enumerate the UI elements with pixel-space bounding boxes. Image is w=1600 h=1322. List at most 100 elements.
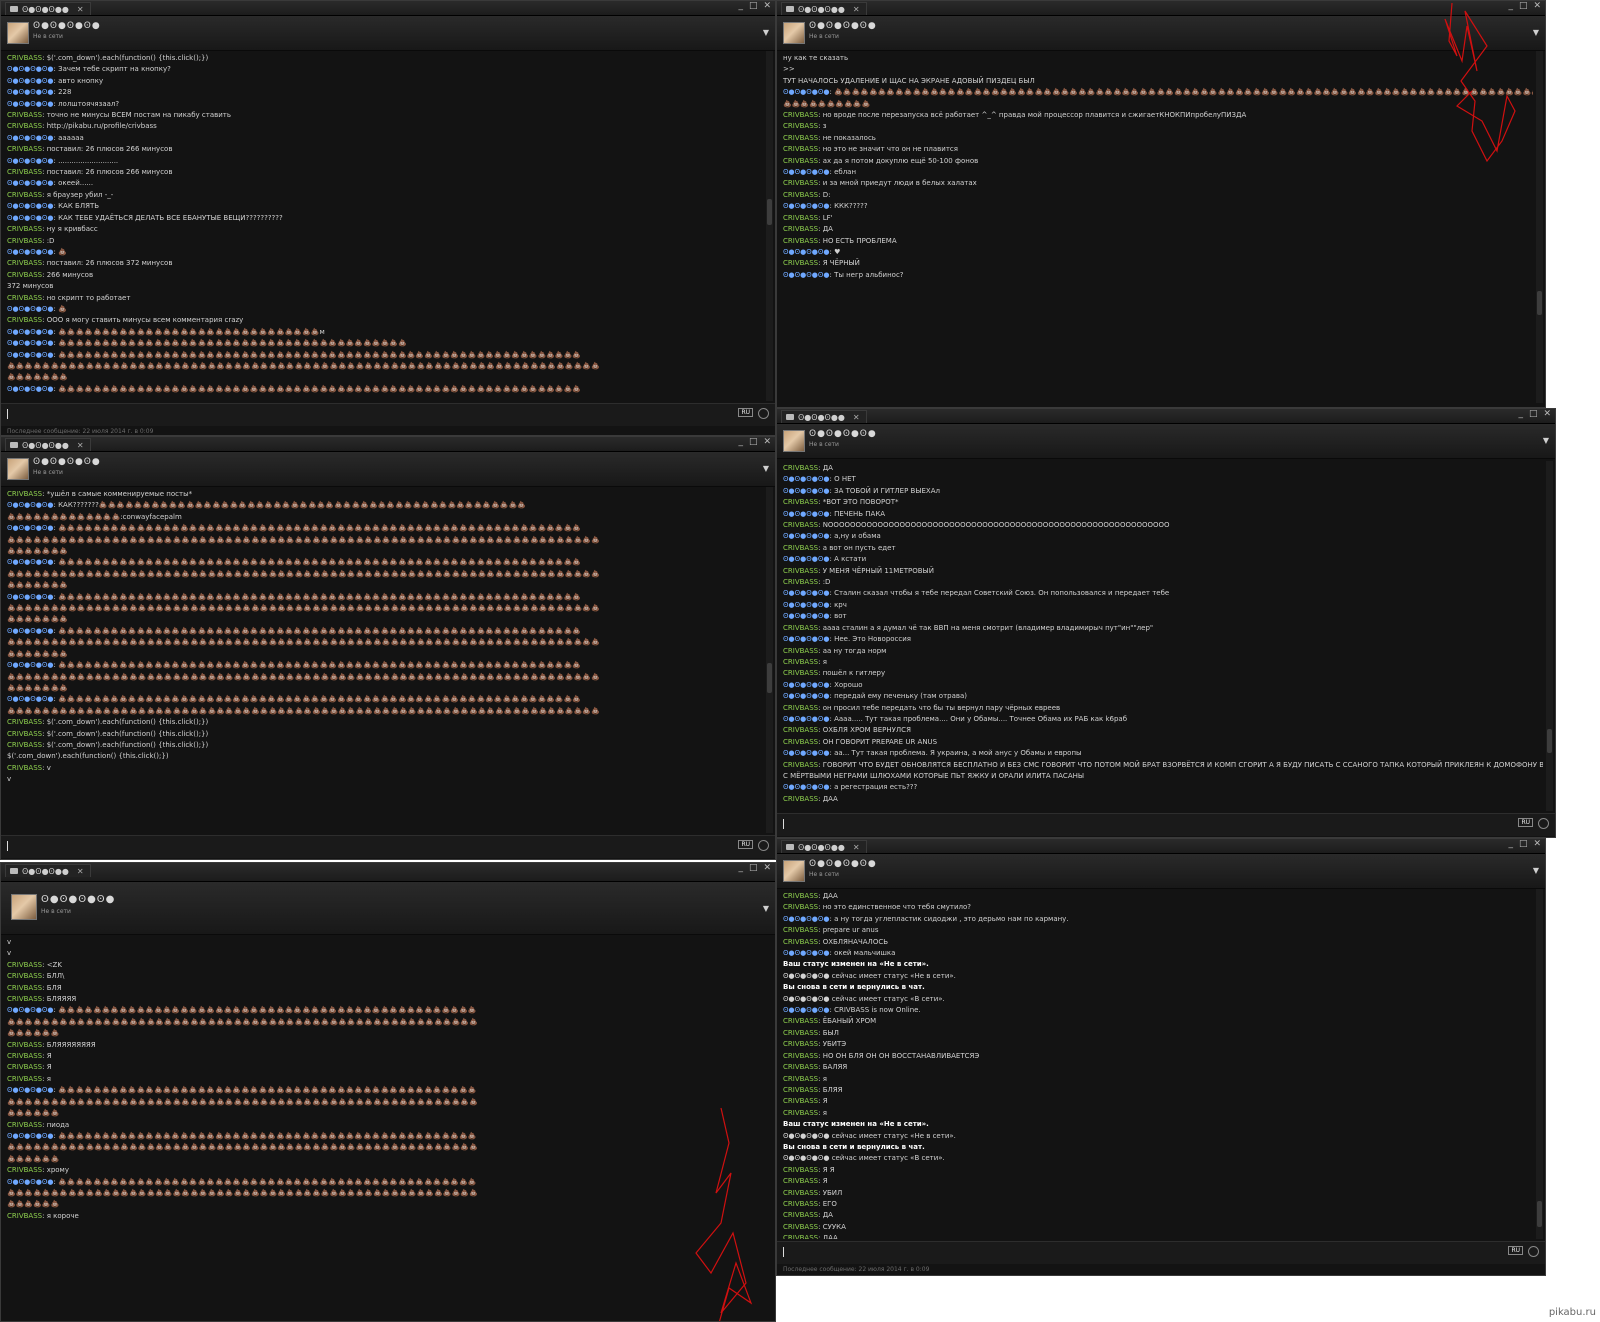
message-author[interactable]: CRIVBASS <box>7 316 42 324</box>
message-author[interactable]: CRIVBASS <box>783 1189 818 1197</box>
close-icon[interactable]: ✕ <box>1543 409 1551 419</box>
close-icon[interactable]: ✕ <box>853 5 860 14</box>
message-author[interactable]: CRIVBASS <box>783 134 818 142</box>
message-author[interactable]: CRIVBASS <box>783 464 818 472</box>
message-author[interactable]: CRIVBASS <box>783 624 818 632</box>
message-author[interactable]: Ꙩ●Ꙩ●Ꙩ●Ꙩ● <box>783 589 829 597</box>
avatar[interactable] <box>7 22 29 44</box>
message-author[interactable]: Ꙩ●Ꙩ●Ꙩ●Ꙩ● <box>7 65 53 73</box>
message-author[interactable]: CRIVBASS <box>783 1234 818 1239</box>
message-author[interactable]: CRIVBASS <box>783 259 818 267</box>
message-author[interactable]: CRIVBASS <box>783 938 818 946</box>
message-author[interactable]: Ꙩ●Ꙩ●Ꙩ●Ꙩ● <box>783 715 829 723</box>
message-author[interactable]: CRIVBASS <box>783 903 818 911</box>
title-bar[interactable]: Ꙩ●Ꙩ●Ꙩ●● ✕ _ □ ✕ <box>1 437 775 452</box>
message-author[interactable]: Ꙩ●Ꙩ●Ꙩ●Ꙩ● <box>7 558 53 566</box>
message-input[interactable]: RU <box>777 1241 1545 1264</box>
message-author[interactable]: Ꙩ●Ꙩ●Ꙩ●Ꙩ● <box>7 627 53 635</box>
close-icon[interactable]: ✕ <box>853 843 860 852</box>
message-author[interactable]: CRIVBASS <box>7 718 42 726</box>
message-author[interactable]: Ꙩ●Ꙩ●Ꙩ●Ꙩ● <box>783 692 829 700</box>
message-author[interactable]: CRIVBASS <box>783 567 818 575</box>
message-author[interactable]: Ꙩ●Ꙩ●Ꙩ●Ꙩ● <box>783 1006 829 1014</box>
message-author[interactable]: CRIVBASS <box>783 179 818 187</box>
close-icon[interactable]: ✕ <box>1533 839 1541 849</box>
message-author[interactable]: Ꙩ●Ꙩ●Ꙩ●Ꙩ● <box>783 681 829 689</box>
scrollbar[interactable] <box>766 487 773 833</box>
message-author[interactable]: CRIVBASS <box>783 1052 818 1060</box>
message-author[interactable]: Ꙩ●Ꙩ●Ꙩ●Ꙩ● <box>7 1132 53 1140</box>
message-author[interactable]: CRIVBASS <box>783 761 818 769</box>
scrollbar[interactable] <box>1536 889 1543 1239</box>
message-author[interactable]: CRIVBASS <box>783 145 818 153</box>
message-author[interactable]: CRIVBASS <box>7 145 42 153</box>
message-author[interactable]: Ꙩ●Ꙩ●Ꙩ●Ꙩ● <box>783 915 829 923</box>
message-author[interactable]: Ꙩ●Ꙩ●Ꙩ●Ꙩ● <box>7 157 53 165</box>
message-author[interactable]: CRIVBASS <box>783 1200 818 1208</box>
message-author[interactable]: Ꙩ●Ꙩ●Ꙩ●Ꙩ● <box>7 202 53 210</box>
message-author[interactable]: CRIVBASS <box>783 544 818 552</box>
message-author[interactable]: CRIVBASS <box>783 1177 818 1185</box>
message-author[interactable]: CRIVBASS <box>7 741 42 749</box>
close-icon[interactable]: ✕ <box>853 413 860 422</box>
message-author[interactable]: Ꙩ●Ꙩ●Ꙩ●Ꙩ● <box>7 524 53 532</box>
message-author[interactable]: CRIVBASS <box>783 1017 818 1025</box>
message-author[interactable]: Ꙩ●Ꙩ●Ꙩ●Ꙩ● <box>7 305 53 313</box>
close-icon[interactable]: ✕ <box>77 441 84 450</box>
message-author[interactable]: CRIVBASS <box>7 984 42 992</box>
title-bar[interactable]: Ꙩ●Ꙩ●Ꙩ●● ✕ _ □ ✕ <box>777 839 1545 854</box>
message-author[interactable]: CRIVBASS <box>783 237 818 245</box>
message-input[interactable]: RU <box>1 403 775 426</box>
message-author[interactable]: CRIVBASS <box>783 647 818 655</box>
message-author[interactable]: Ꙩ●Ꙩ●Ꙩ●Ꙩ● <box>7 328 53 336</box>
close-icon[interactable]: ✕ <box>763 863 771 873</box>
message-author[interactable]: CRIVBASS <box>7 1075 42 1083</box>
close-icon[interactable]: ✕ <box>1533 1 1541 11</box>
title-bar[interactable]: Ꙩ●Ꙩ●Ꙩ●● ✕ _ □ ✕ <box>1 863 775 882</box>
message-author[interactable]: Ꙩ●Ꙩ●Ꙩ●Ꙩ● <box>783 271 829 279</box>
message-author[interactable]: CRIVBASS <box>783 1029 818 1037</box>
message-author[interactable]: CRIVBASS <box>783 1166 818 1174</box>
message-input[interactable]: RU <box>1 835 775 858</box>
minimize-icon[interactable]: _ <box>738 437 743 447</box>
message-author[interactable]: CRIVBASS <box>7 1052 42 1060</box>
message-author[interactable]: CRIVBASS <box>7 122 42 130</box>
chevron-down-icon[interactable]: ▼ <box>1533 866 1539 875</box>
message-author[interactable]: CRIVBASS <box>7 764 42 772</box>
message-author[interactable]: CRIVBASS <box>783 111 818 119</box>
message-author[interactable]: CRIVBASS <box>783 1223 818 1231</box>
maximize-icon[interactable]: □ <box>1519 839 1528 849</box>
minimize-icon[interactable]: _ <box>738 863 743 873</box>
message-author[interactable]: CRIVBASS <box>7 259 42 267</box>
message-author[interactable]: CRIVBASS <box>783 214 818 222</box>
message-input[interactable]: RU <box>777 813 1555 836</box>
message-author[interactable]: CRIVBASS <box>783 225 818 233</box>
avatar[interactable] <box>7 458 29 480</box>
message-author[interactable]: CRIVBASS <box>783 658 818 666</box>
message-author[interactable]: Ꙩ●Ꙩ●Ꙩ●Ꙩ● <box>7 695 53 703</box>
close-icon[interactable]: ✕ <box>77 867 84 876</box>
scrollbar[interactable] <box>766 51 773 401</box>
message-author[interactable]: CRIVBASS <box>783 122 818 130</box>
message-author[interactable]: CRIVBASS <box>7 490 42 498</box>
scroll-thumb[interactable] <box>1547 729 1552 753</box>
chevron-down-icon[interactable]: ▼ <box>763 464 769 473</box>
chat-tab[interactable]: Ꙩ●Ꙩ●Ꙩ●● ✕ <box>781 840 867 853</box>
scroll-thumb[interactable] <box>767 199 772 225</box>
language-indicator[interactable]: RU <box>1518 818 1533 827</box>
message-author[interactable]: CRIVBASS <box>7 1063 42 1071</box>
message-author[interactable]: CRIVBASS <box>7 1166 42 1174</box>
message-author[interactable]: Ꙩ●Ꙩ●Ꙩ●Ꙩ● <box>7 77 53 85</box>
scroll-thumb[interactable] <box>767 663 772 693</box>
message-author[interactable]: CRIVBASS <box>7 168 42 176</box>
scroll-thumb[interactable] <box>1537 291 1542 315</box>
close-icon[interactable]: ✕ <box>763 1 771 11</box>
message-author[interactable]: CRIVBASS <box>783 1086 818 1094</box>
message-author[interactable]: Ꙩ●Ꙩ●Ꙩ●Ꙩ● <box>783 555 829 563</box>
message-author[interactable]: CRIVBASS <box>783 795 818 803</box>
message-author[interactable]: CRIVBASS <box>7 54 42 62</box>
message-author[interactable]: CRIVBASS <box>783 704 818 712</box>
maximize-icon[interactable]: □ <box>1529 409 1538 419</box>
message-author[interactable]: Ꙩ●Ꙩ●Ꙩ●Ꙩ● <box>7 179 53 187</box>
message-author[interactable]: CRIVBASS <box>783 892 818 900</box>
